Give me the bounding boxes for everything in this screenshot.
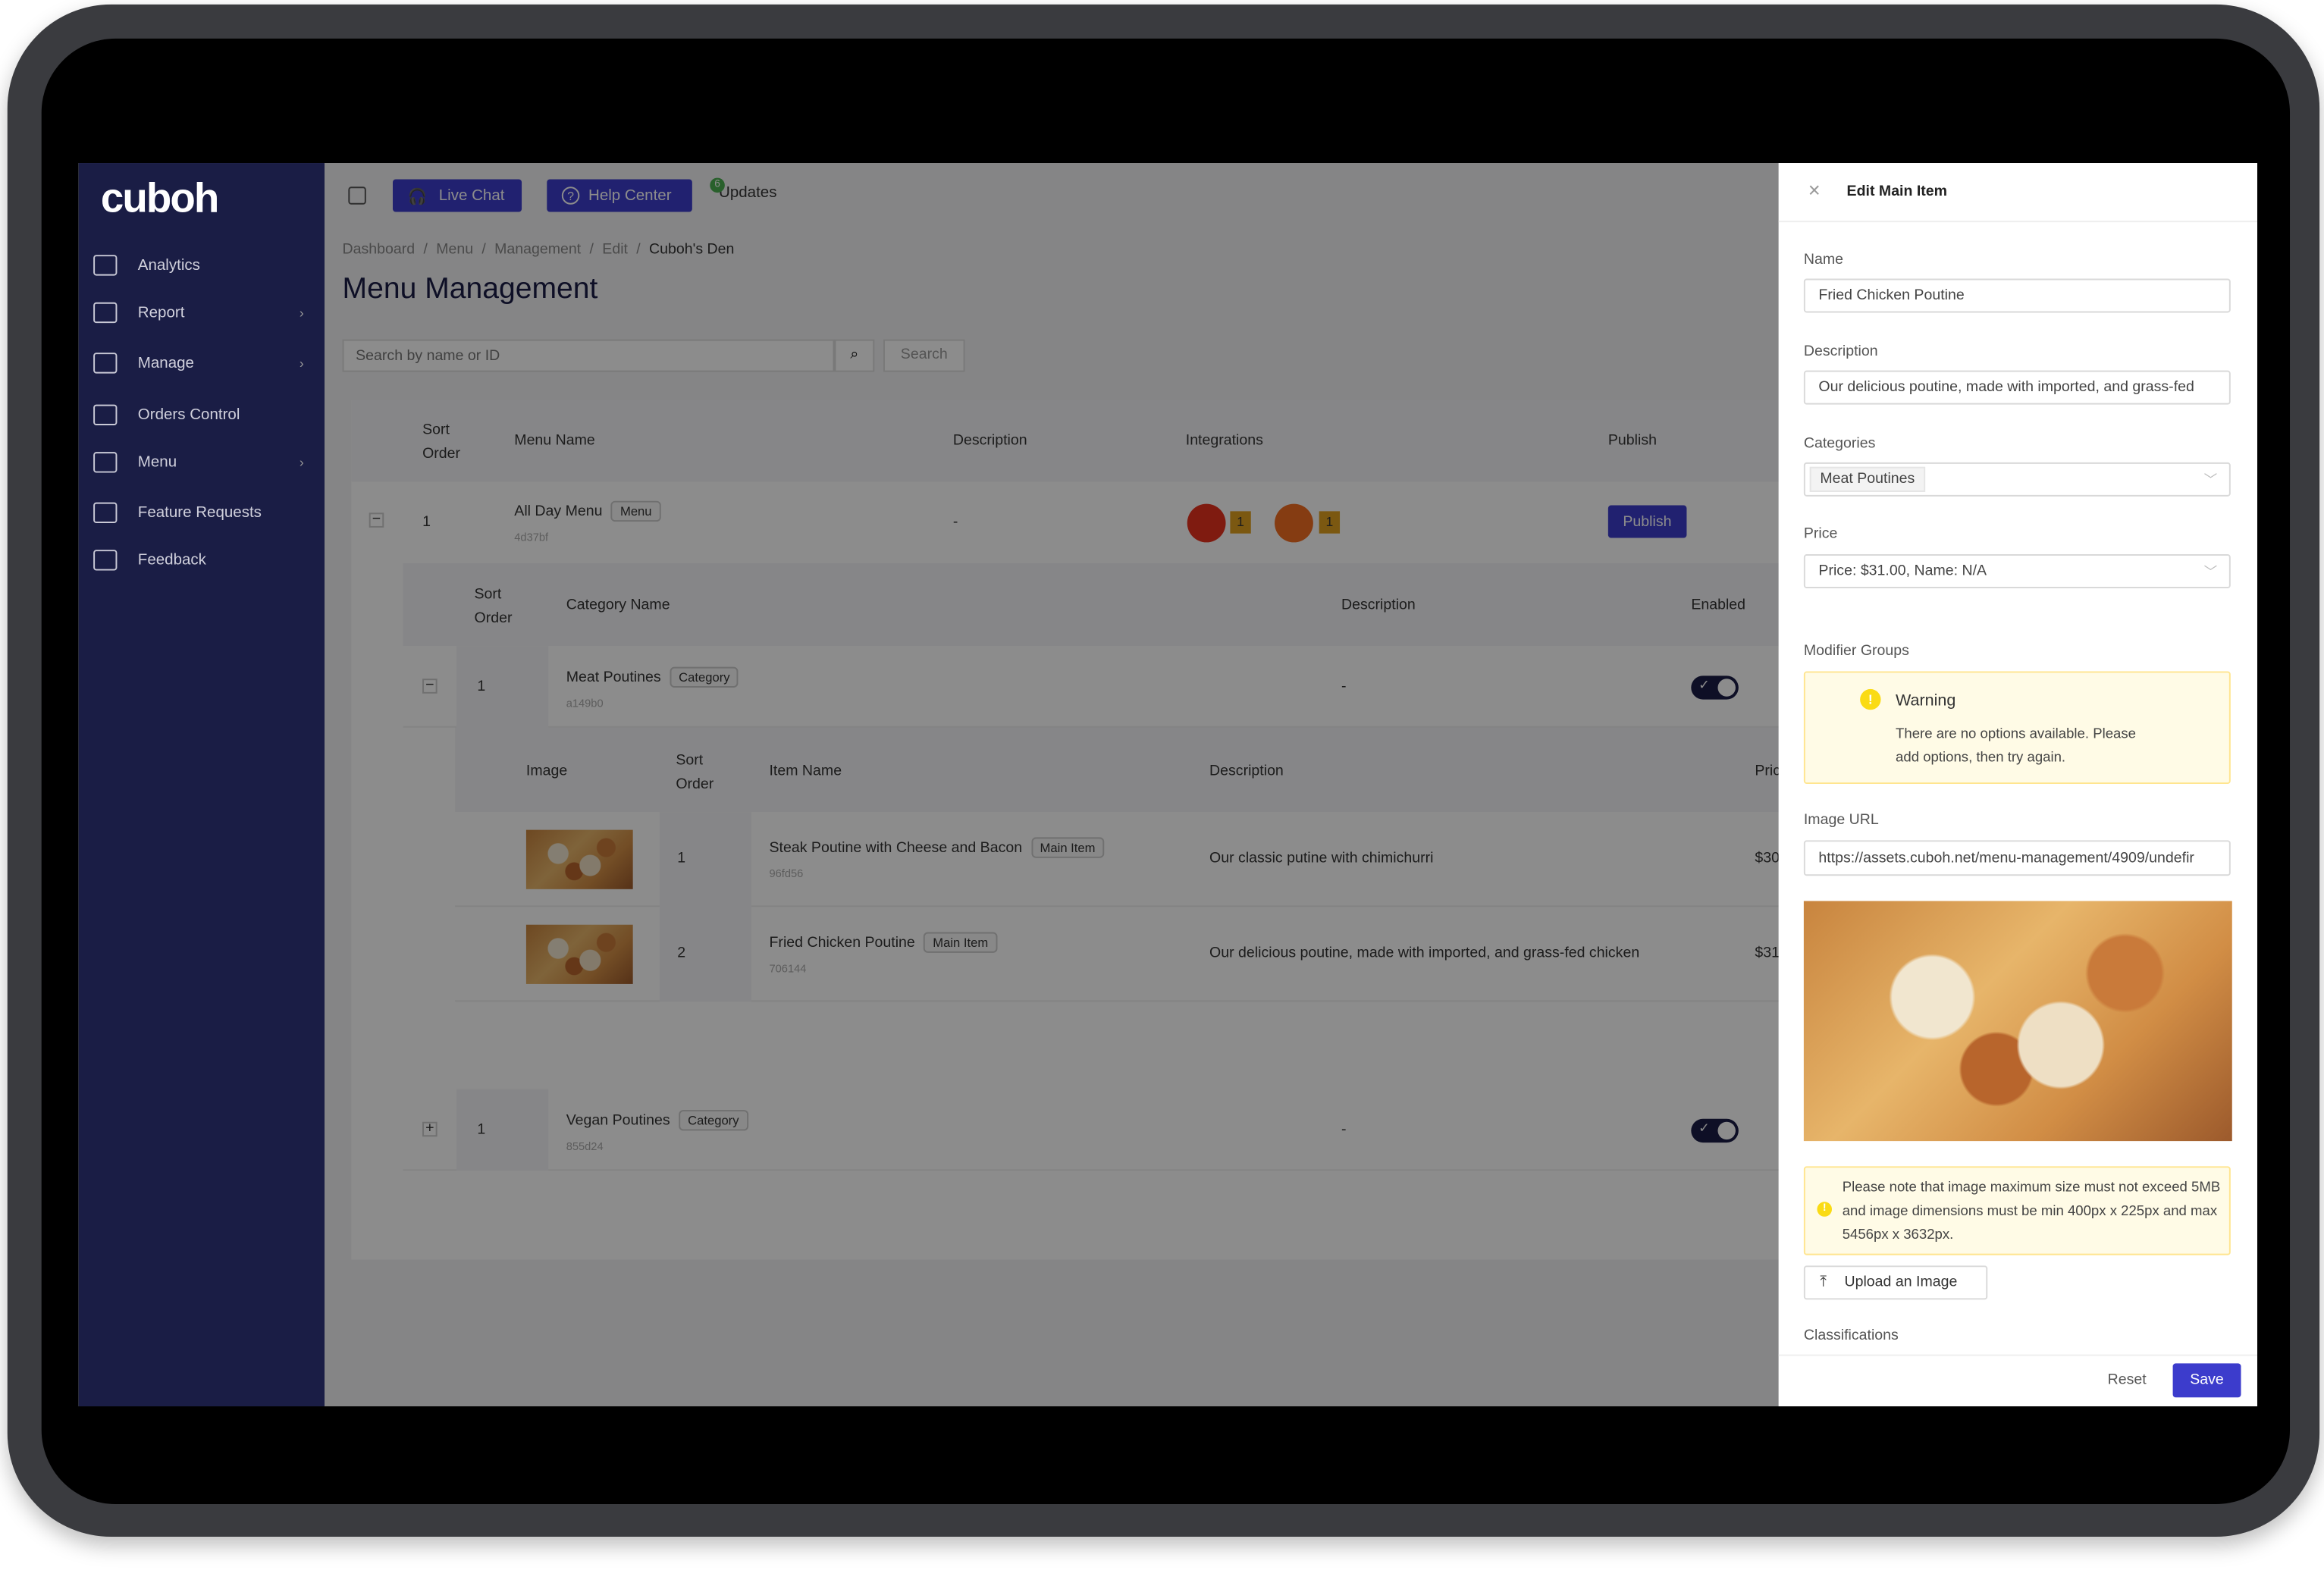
app: cuboh Analytics Report › Manage › Orders Cont… [78, 163, 2258, 1407]
sidebar-item-feedback[interactable]: Feedback [93, 542, 315, 578]
logo: cuboh [100, 174, 219, 221]
sidebar: cuboh Analytics Report › Manage › Orders Cont… [78, 163, 325, 1407]
sidebar-item-label: Feedback [137, 551, 206, 569]
warning-text: There are no options available. Please a… [1896, 726, 2136, 766]
price-value: Price: $31.00, Name: N/A [1818, 563, 1987, 580]
description-field[interactable]: Our delicious poutine, made with importe… [1803, 370, 2231, 405]
close-icon[interactable]: × [1808, 178, 1821, 202]
warning-icon: ! [1860, 688, 1881, 710]
sidebar-item-label: Manage [137, 354, 194, 372]
trend-icon [93, 255, 118, 276]
sidebar-item-menu[interactable]: Menu › [93, 444, 315, 480]
map-icon [93, 452, 118, 473]
price-label: Price [1803, 525, 1838, 543]
category-tag[interactable]: Meat Poutines [1809, 466, 1926, 492]
clipboard-icon [93, 502, 118, 524]
sidebar-item-label: Orders Control [137, 406, 240, 425]
upload-icon: ⤒ [1820, 1274, 1827, 1291]
description-label: Description [1803, 343, 1878, 360]
divider [1778, 221, 2258, 223]
warning-title: Warning [1896, 691, 1956, 710]
name-label: Name [1803, 252, 1844, 268]
classifications-label: Classifications [1803, 1327, 1899, 1344]
sidebar-item-manage[interactable]: Manage › [93, 345, 315, 381]
image-url-label: Image URL [1803, 812, 1879, 829]
image-url-field[interactable]: https://assets.cuboh.net/menu-management… [1803, 840, 2231, 876]
sidebar-item-feature-requests[interactable]: Feature Requests [93, 495, 315, 531]
item-image-preview [1803, 901, 2232, 1142]
modifier-warning: ! Warning There are no options available… [1803, 671, 2231, 785]
chevron-down-icon: ﹀ [2203, 472, 2218, 488]
price-select[interactable]: Price: $31.00, Name: N/A ﹀ [1803, 554, 2231, 589]
image-note: ! Please note that image maximum size mu… [1803, 1166, 2231, 1255]
sidebar-item-report[interactable]: Report › [93, 295, 315, 331]
divider [1778, 1354, 2258, 1356]
sidebar-item-label: Menu [137, 453, 177, 472]
chevron-down-icon: ﹀ [2203, 564, 2218, 580]
save-button[interactable]: Save [2172, 1363, 2241, 1398]
sidebar-item-label: Analytics [137, 256, 200, 274]
upload-label: Upload an Image [1844, 1274, 1958, 1291]
categories-label: Categories [1803, 435, 1876, 453]
chevron-right-icon: › [299, 455, 304, 470]
chevron-right-icon: › [299, 356, 304, 371]
sidebar-item-analytics[interactable]: Analytics [93, 247, 315, 283]
thumbs-up-icon [93, 550, 118, 571]
description-value: Our delicious poutine, made with importe… [1818, 379, 2194, 396]
sidebar-item-label: Feature Requests [137, 503, 262, 522]
info-icon: ! [1817, 1202, 1833, 1217]
edit-drawer: × Edit Main Item Name Fried Chicken Pout… [1778, 163, 2258, 1407]
name-value: Fried Chicken Poutine [1818, 287, 1965, 304]
upload-image-button[interactable]: ⤒ Upload an Image [1803, 1265, 1988, 1300]
chevron-right-icon: › [299, 305, 304, 321]
image-url-value: https://assets.cuboh.net/menu-management… [1818, 850, 2194, 867]
sidebar-item-label: Report [137, 303, 185, 322]
wrench-icon [93, 353, 118, 374]
categories-select[interactable]: Meat Poutines ﹀ [1803, 462, 2231, 497]
drawer-title: Edit Main Item [1846, 183, 1948, 200]
image-note-text: Please note that image maximum size must… [1842, 1179, 2221, 1243]
reset-button[interactable]: Reset [2108, 1372, 2147, 1389]
name-field[interactable]: Fried Chicken Poutine [1803, 278, 2231, 313]
sidebar-item-orders-control[interactable]: Orders Control [93, 397, 315, 433]
grid-icon [93, 404, 118, 425]
modifier-groups-label: Modifier Groups [1803, 643, 1909, 660]
book-icon [93, 302, 118, 324]
